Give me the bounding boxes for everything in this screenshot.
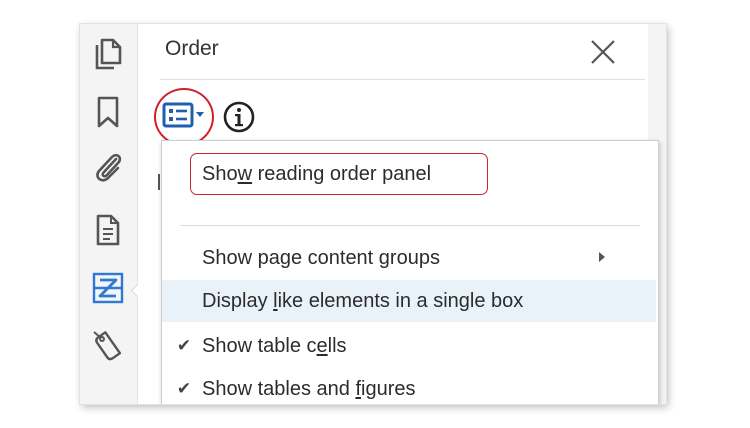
close-icon bbox=[591, 40, 615, 64]
pages-button[interactable] bbox=[88, 34, 128, 74]
info-icon bbox=[223, 101, 255, 133]
menu-item-show-page-content-groups[interactable]: Show page content groups bbox=[162, 237, 656, 279]
reading-order-icon bbox=[92, 272, 124, 304]
tags-button[interactable] bbox=[88, 326, 128, 366]
attachment-icon bbox=[96, 153, 122, 182]
pages-icon bbox=[95, 38, 122, 70]
bookmarks-button[interactable] bbox=[88, 92, 128, 132]
attachments-button[interactable] bbox=[88, 148, 128, 188]
document-properties-button[interactable] bbox=[88, 210, 128, 250]
bookmark-icon bbox=[97, 96, 119, 128]
menu-item-show-tables-and-figures[interactable]: ✔ Show tables and figures bbox=[162, 368, 656, 404]
highlight-circle-annotation bbox=[154, 88, 214, 146]
submenu-arrow-icon bbox=[599, 252, 605, 262]
document-icon bbox=[96, 214, 120, 246]
menu-item-label: Show tables and figures bbox=[202, 377, 416, 400]
menu-item-label: Show page content groups bbox=[202, 246, 440, 269]
navigation-rail bbox=[80, 24, 138, 404]
callout-box-annotation bbox=[190, 153, 488, 195]
order-panel-window: Order Show reading order panel Show page… bbox=[80, 24, 666, 404]
checkmark-icon: ✔ bbox=[176, 379, 192, 398]
info-button[interactable] bbox=[220, 98, 258, 136]
checkmark-icon: ✔ bbox=[176, 336, 192, 355]
menu-item-label: Show table cells bbox=[202, 334, 347, 357]
panel-content-edge bbox=[158, 174, 160, 190]
options-dropdown-button[interactable] bbox=[154, 88, 214, 146]
options-menu: Show reading order panel Show page conte… bbox=[161, 140, 659, 404]
panel-title: Order bbox=[165, 37, 219, 60]
menu-item-label: Display like elements in a single box bbox=[202, 289, 524, 312]
close-button[interactable] bbox=[585, 34, 621, 70]
menu-item-display-like-elements[interactable]: Display like elements in a single box bbox=[162, 280, 656, 322]
menu-item-show-table-cells[interactable]: ✔ Show table cells bbox=[162, 325, 656, 367]
title-divider bbox=[160, 79, 645, 80]
menu-separator bbox=[180, 225, 640, 226]
reading-order-button[interactable] bbox=[88, 268, 128, 308]
tag-icon bbox=[93, 331, 122, 361]
